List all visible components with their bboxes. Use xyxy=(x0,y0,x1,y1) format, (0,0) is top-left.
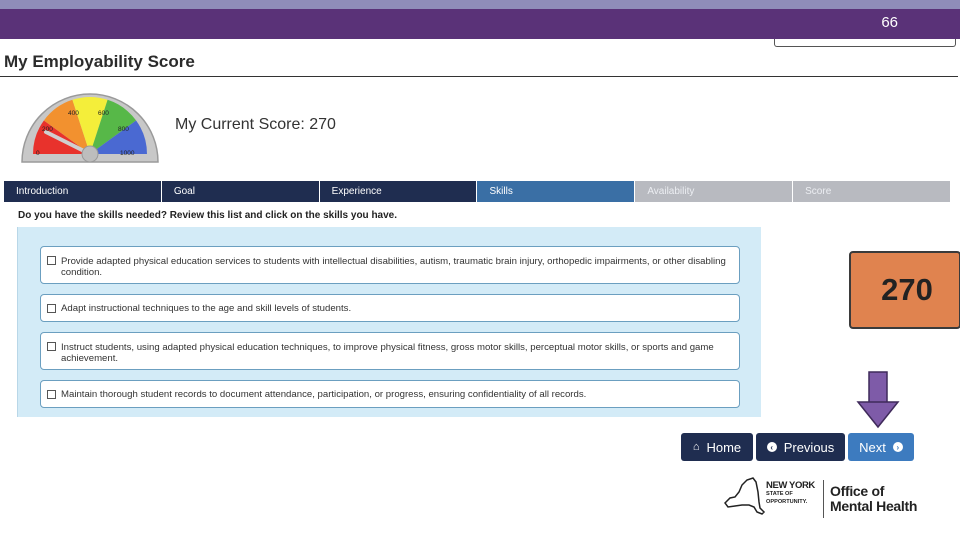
gauge-label-600: 600 xyxy=(98,110,109,117)
tab-introduction[interactable]: Introduction xyxy=(4,181,162,202)
skill-text: Instruct students, using adapted physica… xyxy=(61,342,714,364)
omh-wordmark: Office of Mental Health xyxy=(830,483,918,514)
score-gauge: 0 200 400 600 800 1000 xyxy=(21,93,159,163)
gauge-label-800: 800 xyxy=(118,126,129,133)
skill-checkbox[interactable] xyxy=(47,390,56,399)
gauge-label-0: 0 xyxy=(36,150,40,157)
score-callout-value: 270 xyxy=(881,272,933,307)
tab-goal[interactable]: Goal xyxy=(161,181,320,202)
skill-checkbox[interactable] xyxy=(47,342,56,351)
skills-list: Provide adapted physical education servi… xyxy=(17,227,761,417)
ny-state-wordmark: NEW YORK STATE OF OPPORTUNITY. xyxy=(766,480,815,505)
new-york-state-map-icon xyxy=(724,477,766,515)
omh-logo: NEW YORK STATE OF OPPORTUNITY. Office of… xyxy=(722,474,932,522)
skill-item[interactable]: Maintain thorough student records to doc… xyxy=(40,380,740,408)
page-number: 66 xyxy=(881,14,898,31)
slide-header-bar xyxy=(0,9,960,39)
score-callout: 270 xyxy=(849,251,960,329)
home-button[interactable]: ⌂ Home xyxy=(681,433,753,461)
current-score-label: My Current Score: 270 xyxy=(175,116,336,133)
tab-experience[interactable]: Experience xyxy=(319,181,478,202)
skill-checkbox[interactable] xyxy=(47,304,56,313)
tab-score[interactable]: Score xyxy=(793,181,950,202)
skill-item[interactable]: Instruct students, using adapted physica… xyxy=(40,332,740,370)
progress-tabs: Introduction Goal Experience Skills Avai… xyxy=(4,181,950,202)
page-title: My Employability Score xyxy=(4,52,195,71)
next-button[interactable]: Next › xyxy=(848,433,914,461)
tab-availability[interactable]: Availability xyxy=(635,181,794,202)
down-arrow-icon xyxy=(856,371,900,429)
logo-divider xyxy=(823,480,824,518)
title-divider xyxy=(0,76,958,77)
next-label: Next xyxy=(859,439,886,455)
previous-label: Previous xyxy=(783,439,835,455)
skills-question: Do you have the skills needed? Review th… xyxy=(18,210,398,221)
skill-text: Adapt instructional techniques to the ag… xyxy=(61,303,352,314)
home-icon: ⌂ xyxy=(692,441,700,453)
previous-button[interactable]: ‹ Previous xyxy=(756,433,845,461)
skill-item[interactable]: Provide adapted physical education servi… xyxy=(40,246,740,284)
skill-checkbox[interactable] xyxy=(47,256,56,265)
home-label: Home xyxy=(706,439,742,455)
chevron-right-icon: › xyxy=(892,442,903,452)
chevron-left-icon: ‹ xyxy=(766,442,777,452)
skill-text: Maintain thorough student records to doc… xyxy=(61,389,587,400)
tab-skills[interactable]: Skills xyxy=(477,181,636,202)
skill-text: Provide adapted physical education servi… xyxy=(61,256,726,278)
skill-item[interactable]: Adapt instructional techniques to the ag… xyxy=(40,294,740,322)
gauge-label-400: 400 xyxy=(68,110,79,117)
gauge-label-200: 200 xyxy=(42,126,53,133)
gauge-label-1000: 1000 xyxy=(120,150,135,157)
top-accent-band xyxy=(0,0,960,9)
header-bracket-decoration xyxy=(774,39,956,47)
